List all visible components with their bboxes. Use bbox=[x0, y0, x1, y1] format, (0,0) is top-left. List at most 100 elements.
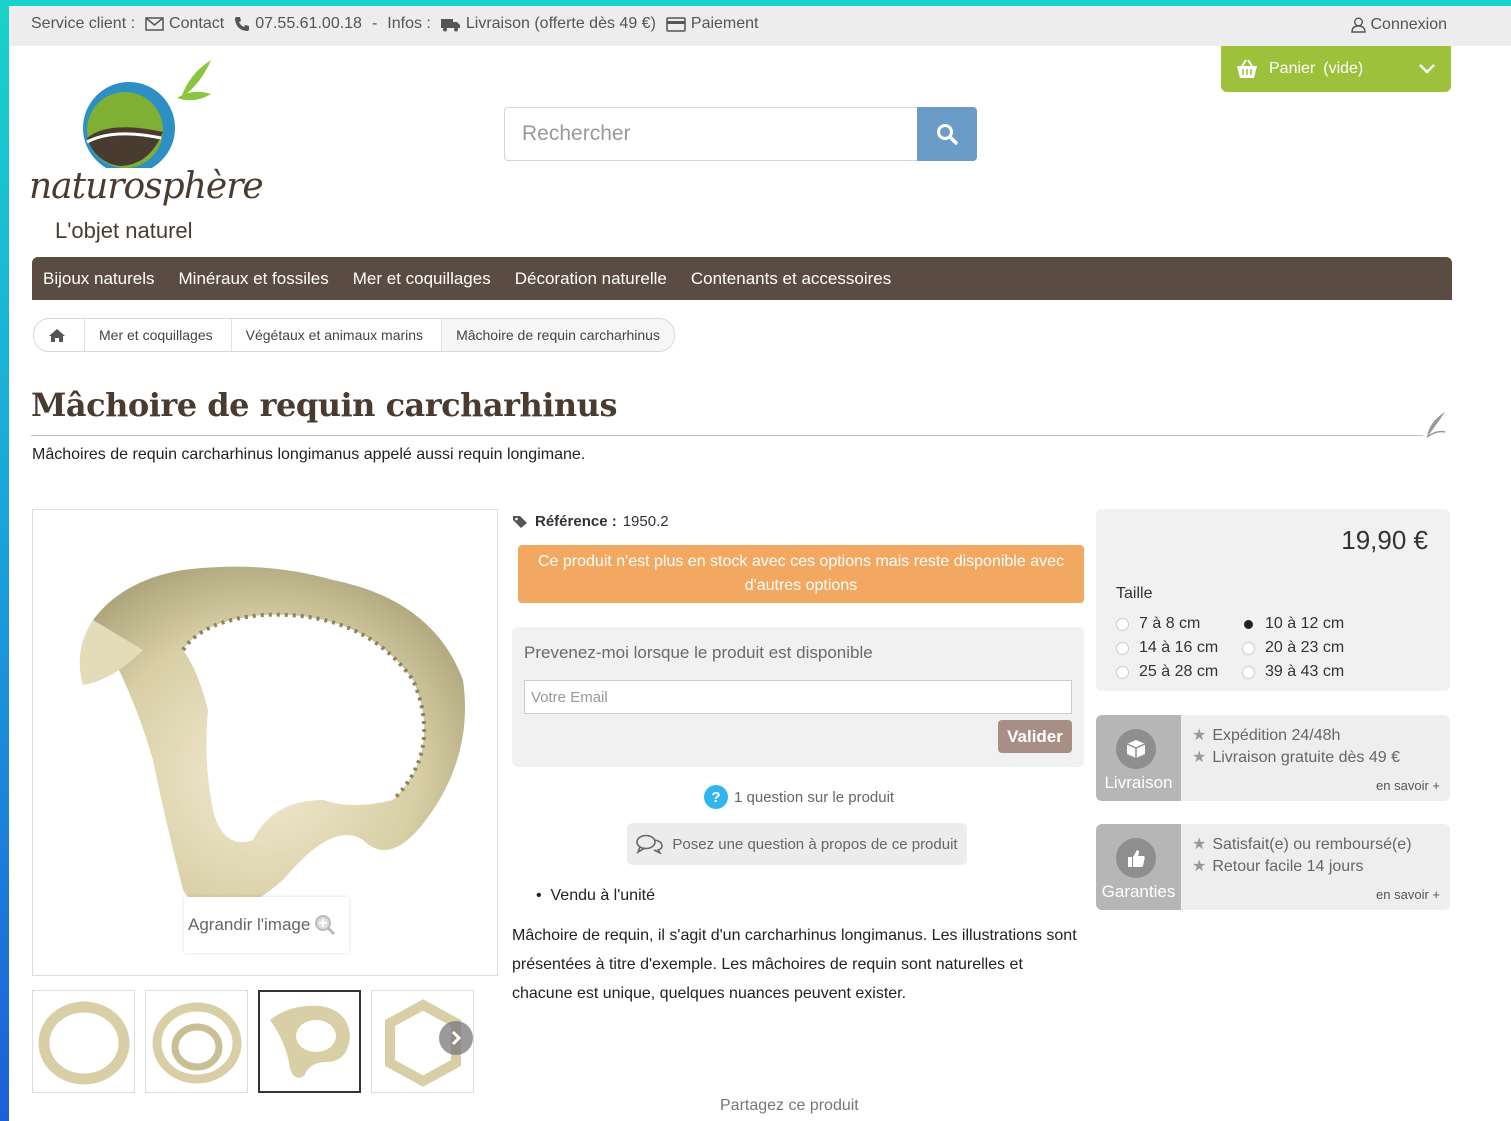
zoom-label: Agrandir l'image bbox=[188, 915, 311, 934]
logo-wordmark: naturosphère bbox=[29, 166, 264, 207]
guarantee-side-panel: Garanties bbox=[1096, 824, 1181, 910]
ask-question-label: Posez une question à propos de ce produi… bbox=[672, 835, 958, 853]
notify-title: Prevenez-moi lorsque le produit est disp… bbox=[524, 643, 873, 662]
star-icon: ★ bbox=[1192, 749, 1207, 766]
contact-label: Contact bbox=[169, 15, 225, 32]
nav-item-mineraux[interactable]: Minéraux et fossiles bbox=[167, 269, 341, 289]
logo-tagline: L'objet naturel bbox=[55, 218, 193, 243]
radio-button[interactable] bbox=[1242, 665, 1255, 679]
size-option-label: 25 à 28 cm bbox=[1139, 663, 1219, 680]
breadcrumb: Mer et coquillages Végétaux et animaux m… bbox=[33, 318, 675, 352]
nav-item-mer[interactable]: Mer et coquillages bbox=[341, 269, 503, 289]
size-option-label: 14 à 16 cm bbox=[1139, 639, 1219, 656]
share-label: Partagez ce produit bbox=[720, 1097, 859, 1114]
questions-link[interactable]: ? 1 question sur le produit bbox=[704, 785, 894, 809]
bullet-dot: • bbox=[536, 887, 542, 904]
nav-item-contenants[interactable]: Contenants et accessoires bbox=[679, 269, 903, 289]
breadcrumb-item-vegetaux[interactable]: Végétaux et animaux marins bbox=[232, 319, 443, 351]
search-bar bbox=[504, 107, 977, 161]
radio-button[interactable] bbox=[1116, 617, 1129, 631]
star-icon: ★ bbox=[1192, 858, 1207, 875]
reference-label: Référence : bbox=[535, 513, 617, 530]
zoom-image-button[interactable]: Agrandir l'image bbox=[184, 897, 349, 953]
jaw-thumbnail-image bbox=[152, 1002, 242, 1084]
feature-item: Vendu à l'unité bbox=[550, 887, 655, 904]
product-image[interactable]: Agrandir l'image bbox=[32, 509, 498, 976]
ask-question-button[interactable]: Posez une question à propos de ce produi… bbox=[627, 823, 967, 865]
delivery-line-1: Expédition 24/48h bbox=[1212, 727, 1341, 744]
phone-link[interactable]: 07.55.61.00.18 bbox=[234, 15, 362, 33]
tag-icon bbox=[513, 515, 527, 528]
email-field[interactable] bbox=[524, 680, 1072, 714]
delivery-lines: ★ Expédition 24/48h ★ Livraison gratuite d… bbox=[1192, 725, 1400, 769]
infos-label: Infos : bbox=[387, 15, 431, 32]
leaf-icon bbox=[1426, 412, 1446, 438]
chat-bubbles-icon bbox=[636, 834, 664, 854]
radio-button[interactable] bbox=[1242, 641, 1255, 655]
page-title: Mâchoire de requin carcharhinus bbox=[31, 386, 617, 424]
search-icon bbox=[937, 124, 958, 145]
guarantee-lines: ★ Satisfait(e) ou remboursé(e) ★ Retour fa… bbox=[1192, 834, 1412, 878]
breadcrumb-item-current: Mâchoire de requin carcharhinus bbox=[442, 319, 674, 351]
service-client-label: Service client : bbox=[31, 15, 136, 32]
box-icon bbox=[1116, 729, 1156, 769]
guarantee-more-link[interactable]: en savoir + bbox=[1376, 887, 1440, 902]
zoom-in-icon bbox=[315, 915, 336, 936]
submit-button[interactable]: Valider bbox=[998, 720, 1072, 753]
delivery-info-box: Livraison ★ Expédition 24/48h ★ Livraison … bbox=[1096, 715, 1450, 801]
thumbnail-2[interactable] bbox=[145, 990, 248, 1093]
cart-status: (vide) bbox=[1323, 60, 1364, 77]
nav-item-bijoux[interactable]: Bijoux naturels bbox=[32, 269, 167, 289]
reference-value: 1950.2 bbox=[622, 513, 669, 530]
cart-button[interactable]: Panier (vide) bbox=[1221, 46, 1451, 92]
search-input[interactable] bbox=[504, 107, 918, 161]
payment-label: Paiement bbox=[690, 15, 759, 32]
star-icon: ★ bbox=[1192, 836, 1207, 853]
size-option-25-28[interactable]: 25 à 28 cm bbox=[1116, 661, 1242, 683]
envelope-icon bbox=[145, 17, 164, 31]
feature-list: • Vendu à l'unité bbox=[536, 887, 655, 905]
breadcrumb-item-mer[interactable]: Mer et coquillages bbox=[85, 319, 232, 351]
nav-item-decoration[interactable]: Décoration naturelle bbox=[503, 269, 679, 289]
top-bar: Service client : Contact 07.55.61.00.18 … bbox=[9, 6, 1511, 46]
delivery-side-panel: Livraison bbox=[1096, 715, 1181, 801]
thumbnail-1[interactable] bbox=[32, 990, 135, 1093]
logo-emblem-icon bbox=[83, 60, 211, 168]
site-logo[interactable]: naturosphère L'objet naturel bbox=[29, 58, 264, 248]
size-option-10-12[interactable]: 10 à 12 cm bbox=[1242, 613, 1372, 635]
jaw-thumbnail-image bbox=[38, 1001, 130, 1085]
payment-link[interactable]: Paiement bbox=[666, 15, 759, 33]
separator: - bbox=[371, 15, 378, 32]
search-button[interactable] bbox=[917, 107, 977, 161]
home-icon bbox=[49, 328, 65, 342]
radio-button[interactable] bbox=[1116, 641, 1129, 655]
main-nav: Bijoux naturels Minéraux et fossiles Mer… bbox=[32, 257, 1452, 300]
guarantee-info-box: Garanties ★ Satisfait(e) ou remboursé(e) … bbox=[1096, 824, 1450, 910]
radio-button-selected[interactable] bbox=[1242, 617, 1255, 631]
cart-label: Panier bbox=[1269, 60, 1316, 77]
size-option-39-43[interactable]: 39 à 43 cm bbox=[1242, 661, 1372, 683]
radio-button[interactable] bbox=[1116, 665, 1129, 679]
size-option-20-23[interactable]: 20 à 23 cm bbox=[1242, 637, 1372, 659]
delivery-info-link[interactable]: Livraison (offerte dès 49 €) bbox=[440, 15, 656, 33]
question-icon: ? bbox=[704, 785, 728, 809]
title-divider bbox=[31, 435, 1423, 436]
login-label: Connexion bbox=[1370, 16, 1448, 33]
login-link[interactable]: Connexion bbox=[1350, 16, 1448, 34]
product-price: 19,90 € bbox=[1341, 525, 1428, 555]
size-option-label: 7 à 8 cm bbox=[1139, 615, 1201, 632]
contact-link[interactable]: Contact bbox=[145, 15, 224, 33]
breadcrumb-home[interactable] bbox=[34, 319, 85, 351]
jaw-thumbnail-image bbox=[270, 1005, 350, 1078]
size-option-7-8[interactable]: 7 à 8 cm bbox=[1116, 613, 1242, 635]
chevron-down-icon bbox=[1419, 64, 1435, 74]
size-option-14-16[interactable]: 14 à 16 cm bbox=[1116, 637, 1242, 659]
thumbnail-3[interactable] bbox=[258, 990, 361, 1093]
reference: Référence : 1950.2 bbox=[512, 513, 669, 530]
thumbnail-strip bbox=[32, 990, 474, 1093]
product-description: Mâchoire de requin, il s'agit d'un carch… bbox=[512, 927, 1077, 1002]
thumbnails-next-button[interactable] bbox=[439, 1021, 473, 1055]
delivery-more-link[interactable]: en savoir + bbox=[1376, 778, 1440, 793]
size-option-label: 10 à 12 cm bbox=[1265, 615, 1345, 632]
stock-alert: Ce produit n'est plus en stock avec ces … bbox=[518, 545, 1084, 603]
